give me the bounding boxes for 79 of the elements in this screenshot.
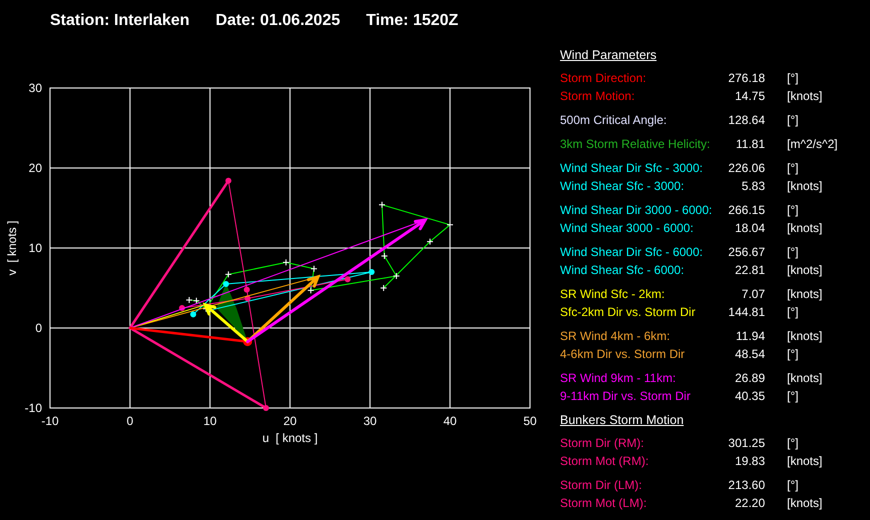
- y-tick-label: -10: [24, 401, 42, 415]
- parameter-value: 22.81: [734, 262, 765, 279]
- parameter-value: 19.83: [734, 453, 765, 470]
- parameter-unit: [°]: [787, 202, 800, 219]
- parameter-value: 301.25: [727, 435, 765, 452]
- parameter-unit: [°]: [787, 346, 800, 363]
- parameter-unit: [m^2/s^2]: [787, 136, 838, 153]
- parameter-label: Wind Shear Sfc - 6000:: [560, 262, 686, 279]
- parameter-label: Wind Shear Dir Sfc - 6000:: [560, 244, 704, 261]
- parameter-value: 226.06: [727, 160, 765, 177]
- header-text: Time: 1520Z: [366, 12, 458, 31]
- section-title: Bunkers Storm Motion: [560, 412, 684, 429]
- parameter-value: 11.81: [734, 136, 765, 153]
- header-text: Station: Interlaken: [50, 12, 190, 31]
- parameter-unit: [knots]: [787, 262, 824, 279]
- parameter-label: Storm Direction:: [560, 70, 648, 87]
- parameter-unit: [knots]: [787, 88, 824, 105]
- parameter-label: 500m Critical Angle:: [560, 112, 668, 129]
- parameter-value: 48.54: [734, 346, 765, 363]
- parameter-label: Storm Mot (RM):: [560, 453, 650, 470]
- parameter-unit: [°]: [787, 477, 800, 494]
- x-tick-label: 50: [523, 414, 537, 428]
- parameter-label: Wind Shear Dir Sfc - 3000:: [560, 160, 704, 177]
- parameter-value: 128.64: [727, 112, 765, 129]
- header-text: Date: 01.06.2025: [216, 12, 340, 31]
- parameter-value: 18.04: [734, 220, 765, 237]
- y-axis-label: v [ knots ]: [5, 220, 19, 276]
- parameter-unit: [knots]: [787, 495, 824, 512]
- y-tick-label: 0: [35, 321, 42, 335]
- parameter-label: Storm Mot (LM):: [560, 495, 648, 512]
- parameter-label: SR Wind 9km - 11km:: [560, 370, 677, 387]
- parameter-value: 26.89: [734, 370, 765, 387]
- parameter-label: 3km Storm Relative Helicity:: [560, 136, 712, 153]
- parameter-value: 14.75: [734, 88, 765, 105]
- parameter-value: 266.15: [727, 202, 765, 219]
- parameter-unit: [°]: [787, 304, 800, 321]
- parameter-unit: [knots]: [787, 286, 824, 303]
- parameter-value: 276.18: [727, 70, 765, 87]
- parameter-unit: [knots]: [787, 328, 824, 345]
- parameter-label: 4-6km Dir vs. Storm Dir: [560, 346, 686, 363]
- parameter-unit: [°]: [787, 388, 800, 405]
- y-tick-label: 10: [28, 241, 42, 255]
- parameter-unit: [°]: [787, 435, 800, 452]
- parameter-unit: [°]: [787, 244, 800, 261]
- x-tick-label: -10: [41, 414, 59, 428]
- parameter-value: 144.81: [727, 304, 765, 321]
- parameter-label: Wind Shear 3000 - 6000:: [560, 220, 694, 237]
- section-title: Wind Parameters: [560, 47, 657, 64]
- x-tick-label: 30: [363, 414, 377, 428]
- parameter-label: Sfc-2km Dir vs. Storm Dir: [560, 304, 696, 321]
- x-tick-label: 0: [126, 414, 134, 428]
- y-tick-label: 20: [28, 161, 42, 175]
- parameter-unit: [°]: [787, 70, 800, 87]
- parameter-unit: [knots]: [787, 220, 824, 237]
- parameter-unit: [°]: [787, 160, 800, 177]
- parameter-label: Wind Shear Dir 3000 - 6000:: [560, 202, 714, 219]
- parameter-unit: [knots]: [787, 370, 824, 387]
- parameter-label: Storm Dir (RM):: [560, 435, 645, 452]
- x-tick-label: 20: [283, 414, 297, 428]
- parameter-value: 213.60: [727, 477, 765, 494]
- x-tick-label: 40: [443, 414, 457, 428]
- parameter-label: Storm Motion:: [560, 88, 636, 105]
- parameter-label: Wind Shear Sfc - 3000:: [560, 178, 686, 195]
- parameter-value: 40.35: [734, 388, 765, 405]
- parameter-label: 9-11km Dir vs. Storm Dir: [560, 388, 692, 405]
- parameter-value: 7.07: [740, 286, 765, 303]
- parameter-value: 11.94: [734, 328, 765, 345]
- parameter-unit: [knots]: [787, 178, 824, 195]
- y-tick-label: 30: [28, 81, 42, 95]
- parameter-label: Storm Dir (LM):: [560, 477, 643, 494]
- parameter-value: 5.83: [740, 178, 765, 195]
- parameter-unit: [°]: [787, 112, 800, 129]
- parameter-unit: [knots]: [787, 453, 824, 470]
- x-axis-label: u [ knots ]: [262, 431, 318, 445]
- parameter-value: 22.20: [734, 495, 765, 512]
- x-tick-label: 10: [203, 414, 217, 428]
- parameter-label: SR Wind 4km - 6km:: [560, 328, 672, 345]
- parameter-value: 256.67: [727, 244, 765, 261]
- parameter-label: SR Wind Sfc - 2km:: [560, 286, 666, 303]
